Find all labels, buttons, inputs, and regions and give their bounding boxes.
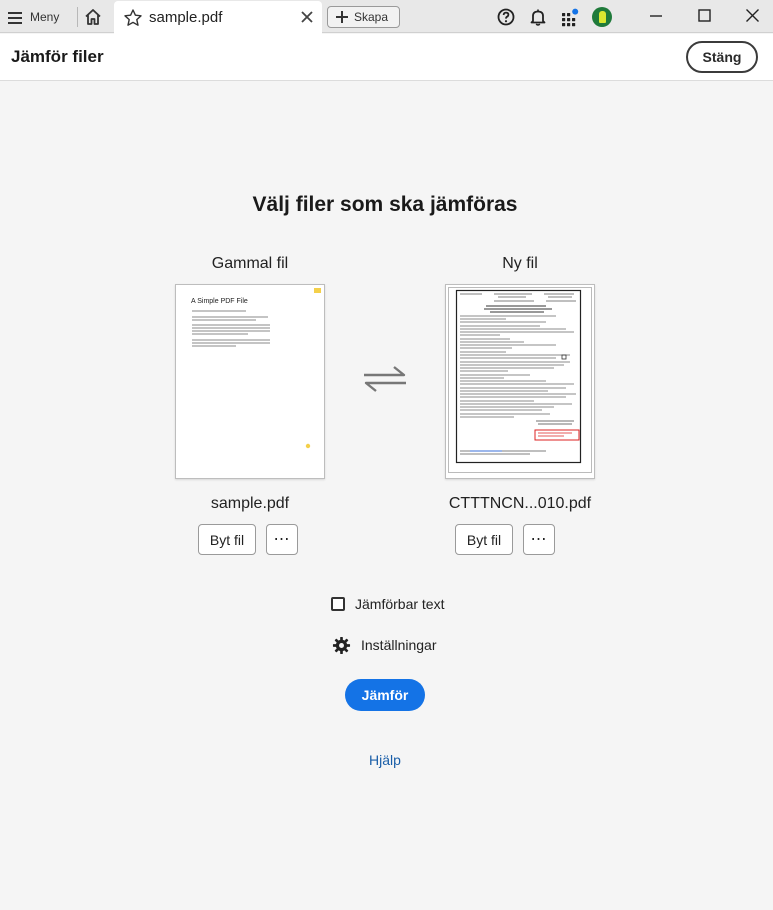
menu-icon (8, 11, 22, 24)
apps-icon[interactable] (560, 7, 580, 27)
comment-marker (305, 443, 311, 449)
help-link[interactable]: Hjälp (0, 752, 770, 768)
old-file-name: sample.pdf (210, 495, 290, 512)
old-file-label: Gammal fil (211, 255, 289, 272)
new-file-more-button[interactable]: ⋯ (523, 524, 555, 555)
new-file-page-preview (448, 287, 592, 473)
create-button[interactable]: Skapa (327, 6, 400, 28)
page-title: Jämför filer (11, 47, 104, 66)
new-file-thumbnail[interactable] (445, 284, 595, 479)
title-bar: Meny sample.pdf Skapa (0, 0, 773, 34)
comparable-text-checkbox[interactable] (331, 597, 345, 611)
annotation-marker (314, 288, 321, 293)
tab-sample-pdf[interactable]: sample.pdf (114, 1, 322, 34)
settings-option[interactable]: Inställningar (332, 635, 437, 655)
menu-button[interactable]: Meny (8, 8, 59, 26)
home-icon[interactable] (83, 7, 103, 27)
new-file-label: Ny fil (502, 255, 538, 272)
menu-label: Meny (30, 10, 60, 24)
star-icon[interactable] (123, 8, 143, 28)
thumb-title: A Simple PDF File (191, 298, 248, 305)
new-file-name: CTTTNCN...010.pdf (448, 495, 592, 512)
replace-new-file-button[interactable]: Byt fil (455, 524, 513, 555)
old-file-page-preview: A Simple PDF File (191, 288, 321, 449)
replace-old-file-button[interactable]: Byt fil (198, 524, 256, 555)
settings-label: Inställningar (361, 637, 437, 653)
tab-title: sample.pdf (149, 9, 223, 26)
minimize-icon[interactable] (631, 0, 681, 32)
compare-heading: Välj filer som ska jämföras (252, 193, 518, 216)
window-close-icon[interactable] (727, 0, 773, 32)
comparable-text-label: Jämförbar text (355, 596, 445, 612)
maximize-icon[interactable] (679, 0, 729, 32)
close-icon[interactable] (300, 10, 314, 24)
create-label: Skapa (354, 10, 389, 24)
help-link-label[interactable]: Hjälp (369, 752, 401, 768)
comparable-text-option[interactable]: Jämförbar text (331, 594, 444, 614)
swap-icon[interactable] (362, 364, 408, 394)
help-icon[interactable] (496, 7, 516, 27)
bell-icon[interactable] (528, 7, 548, 27)
old-file-more-button[interactable]: ⋯ (266, 524, 298, 555)
old-file-thumbnail[interactable]: A Simple PDF File (175, 284, 325, 479)
gear-icon (332, 636, 351, 654)
close-tool-button[interactable]: Stäng (686, 41, 758, 73)
avatar[interactable] (592, 7, 612, 27)
divider (77, 7, 78, 27)
compare-button[interactable]: Jämför (345, 679, 425, 711)
plus-icon (336, 11, 348, 23)
tool-header: Jämför filer Stäng (0, 34, 773, 81)
